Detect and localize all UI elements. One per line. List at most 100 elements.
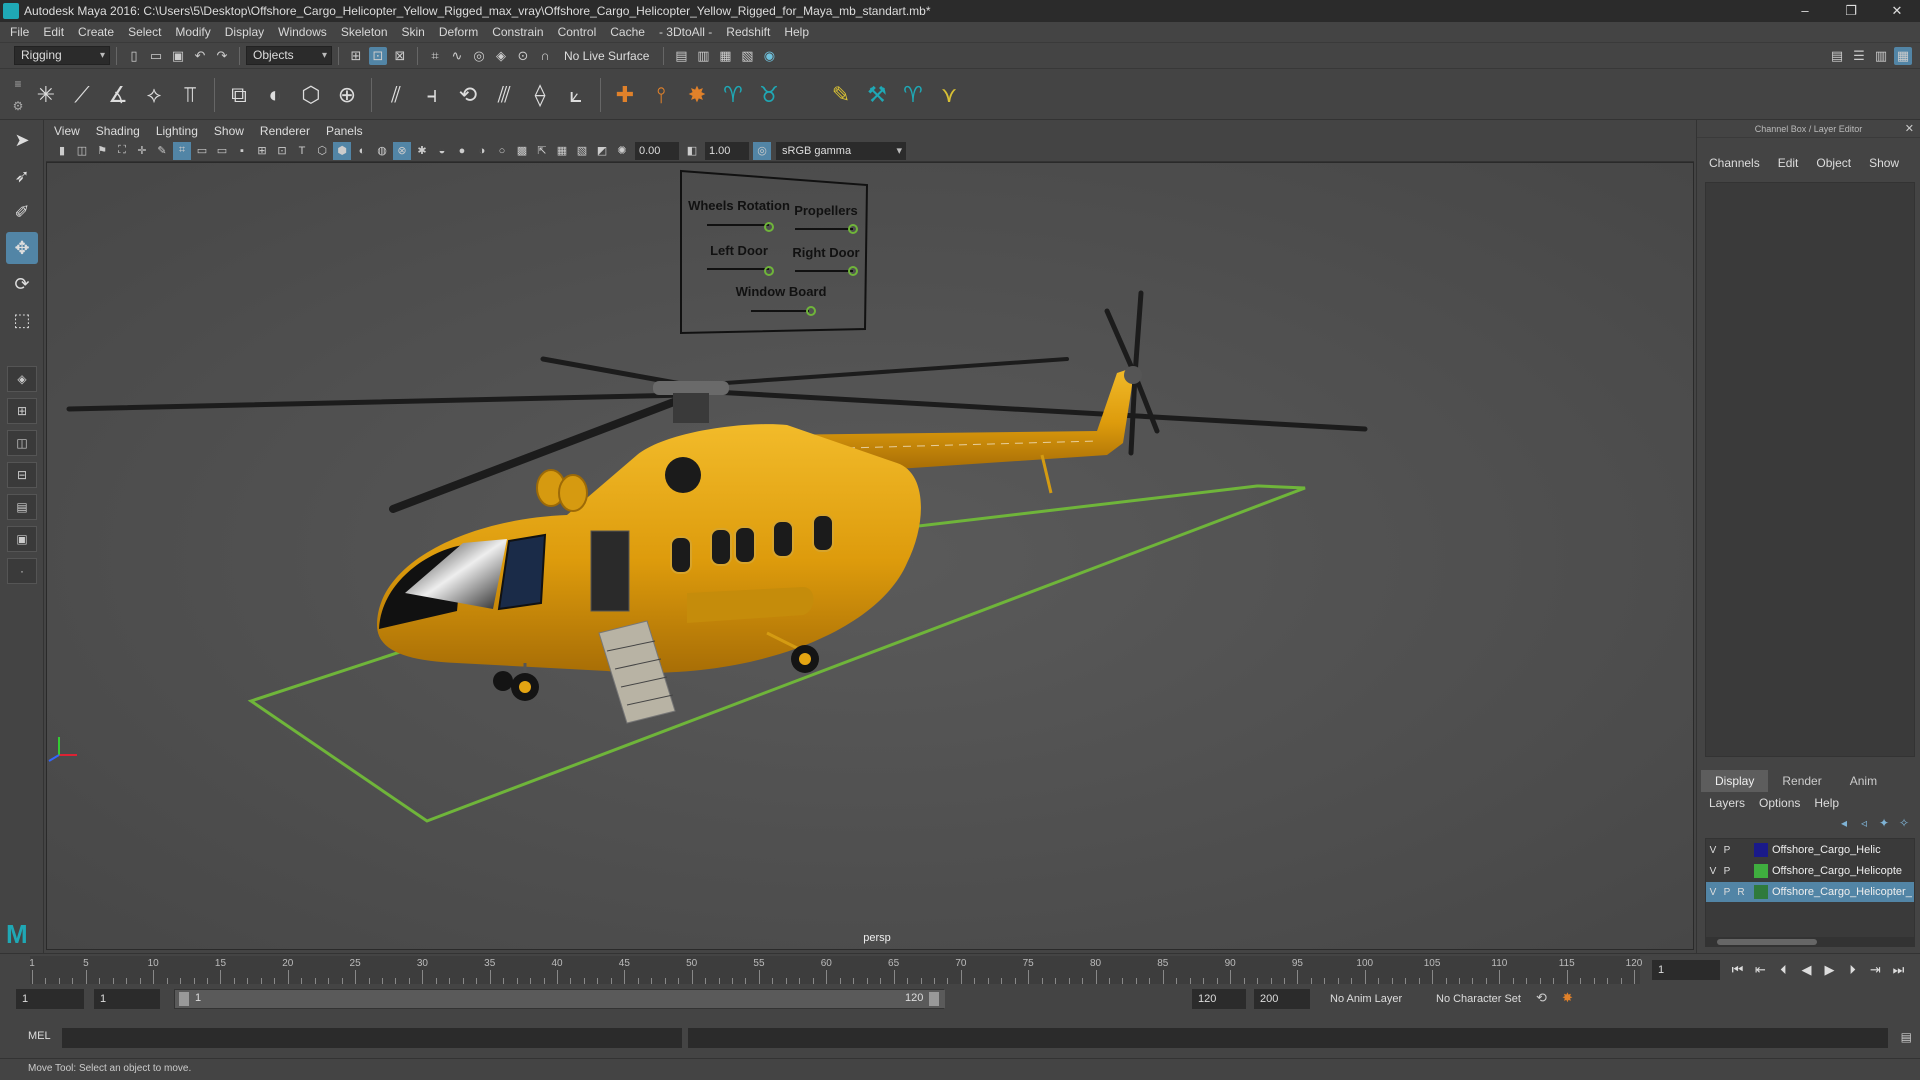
layer-visibility-toggle[interactable]: V: [1706, 866, 1720, 877]
close-icon[interactable]: ✕: [1905, 122, 1914, 135]
layer-playback-toggle[interactable]: P: [1720, 845, 1734, 856]
two-pane-layout-button[interactable]: ◫: [7, 430, 37, 456]
tab-display[interactable]: Display: [1701, 770, 1769, 792]
menu-control[interactable]: Control: [558, 25, 597, 39]
move-layer-up-icon[interactable]: ◂: [1834, 816, 1854, 830]
magnet-icon[interactable]: ∩: [536, 47, 554, 65]
antialiasing-icon[interactable]: ▧: [573, 142, 591, 160]
scale-constraint-icon[interactable]: ⫻: [488, 79, 520, 111]
grid-toggle-icon[interactable]: ⌗: [173, 141, 191, 160]
tool-settings-icon[interactable]: ▥: [1872, 47, 1890, 65]
set-driven-key-icon[interactable]: ⫯: [645, 79, 677, 111]
le-menu-layers[interactable]: Layers: [1709, 796, 1745, 810]
wireframe-on-shaded-icon[interactable]: ◍: [373, 142, 391, 160]
menu-redshift[interactable]: Redshift: [726, 25, 770, 39]
new-layer-icon[interactable]: ✦: [1874, 816, 1894, 830]
aim-constraint-icon[interactable]: ⫞: [416, 79, 448, 111]
select-hierarchy-icon[interactable]: ⊞: [347, 47, 365, 65]
menu-file[interactable]: File: [10, 25, 29, 39]
select-camera-icon[interactable]: ▮: [53, 142, 71, 160]
render-current-icon[interactable]: ▥: [694, 47, 712, 65]
range-end-handle[interactable]: [929, 992, 939, 1006]
2d-pan-zoom-icon[interactable]: ✛: [133, 142, 151, 160]
panel-menu-panels[interactable]: Panels: [326, 124, 363, 138]
xray-joints-icon[interactable]: ✱: [413, 142, 431, 160]
outliner-persp-layout-button[interactable]: ⊟: [7, 462, 37, 488]
image-plane-icon[interactable]: ⛶: [113, 142, 131, 160]
deformer-icon[interactable]: ⋎: [933, 79, 965, 111]
snap-curve-icon[interactable]: ∿: [448, 47, 466, 65]
step-forward-frame-icon[interactable]: ⏵: [1841, 958, 1864, 982]
attribute-editor-icon[interactable]: ☰: [1850, 47, 1868, 65]
parent-constraint-icon[interactable]: ⟠: [524, 79, 556, 111]
paint-weights-icon[interactable]: ◐: [259, 79, 291, 111]
undo-icon[interactable]: ↶: [191, 47, 209, 65]
select-component-icon[interactable]: ⊠: [391, 47, 409, 65]
panel-menu-show[interactable]: Show: [214, 124, 244, 138]
motion-blur-icon[interactable]: ▩: [513, 142, 531, 160]
new-layer-selected-icon[interactable]: ✧: [1894, 816, 1914, 830]
animation-start-field[interactable]: 1: [16, 989, 84, 1009]
paint-select-tool-icon[interactable]: ✐: [6, 196, 38, 228]
default-material-icon[interactable]: ◐: [353, 142, 371, 160]
layer-color-swatch[interactable]: [1754, 864, 1768, 878]
menu-cache[interactable]: Cache: [610, 25, 645, 39]
snap-view-plane-icon[interactable]: ◈: [492, 47, 510, 65]
single-pane-layout-button[interactable]: ◈: [7, 366, 37, 392]
new-scene-icon[interactable]: ▯: [125, 47, 143, 65]
step-back-frame-icon[interactable]: ⏴: [1772, 958, 1795, 982]
layer-playback-toggle[interactable]: P: [1720, 887, 1734, 898]
command-input[interactable]: [62, 1028, 682, 1048]
ik-handle-icon[interactable]: ⟋: [66, 79, 98, 111]
maya-script-icon-1[interactable]: ♈: [717, 79, 749, 111]
layer-visibility-toggle[interactable]: V: [1706, 887, 1720, 898]
animation-prefs-icon[interactable]: ✸: [1562, 990, 1573, 1006]
render-view-icon[interactable]: ▤: [672, 47, 690, 65]
wireframe-icon[interactable]: ⬡: [313, 142, 331, 160]
play-backwards-icon[interactable]: ◀: [1795, 958, 1818, 982]
save-scene-icon[interactable]: ▣: [169, 47, 187, 65]
exposure-field[interactable]: 0.00: [635, 141, 679, 160]
menu-skeleton[interactable]: Skeleton: [341, 25, 388, 39]
modeling-toolkit-icon[interactable]: ▤: [1828, 47, 1846, 65]
menu-help[interactable]: Help: [784, 25, 809, 39]
menu-3dtoall[interactable]: - 3DtoAll -: [659, 25, 712, 39]
le-menu-help[interactable]: Help: [1814, 796, 1839, 810]
field-chart-icon[interactable]: ⊞: [253, 142, 271, 160]
move-tool-icon[interactable]: ✥: [6, 232, 38, 264]
shadows-icon[interactable]: ◑: [473, 142, 491, 160]
menu-windows[interactable]: Windows: [278, 25, 327, 39]
pole-vector-icon[interactable]: ⟀: [560, 79, 592, 111]
scale-tool-icon[interactable]: ⬚: [6, 304, 38, 336]
panel-menu-renderer[interactable]: Renderer: [260, 124, 310, 138]
layer-row[interactable]: V P Offshore_Cargo_Helicopte: [1706, 861, 1914, 881]
maya-script-icon-3[interactable]: ♈: [897, 79, 929, 111]
tab-anim[interactable]: Anim: [1836, 770, 1891, 792]
camera-attributes-icon[interactable]: ◫: [73, 142, 91, 160]
snap-grid-icon[interactable]: ⌗: [426, 47, 444, 65]
range-start-handle[interactable]: [179, 992, 189, 1006]
minimize-button[interactable]: –: [1782, 0, 1828, 22]
mirror-joint-icon[interactable]: ⫪: [174, 79, 206, 111]
locator-icon[interactable]: ✚: [609, 79, 641, 111]
rotate-tool-icon[interactable]: ⟳: [6, 268, 38, 300]
ambient-occlusion-icon[interactable]: ○: [493, 142, 511, 160]
exposure-icon[interactable]: ✺: [613, 142, 631, 160]
four-pane-layout-button[interactable]: ⊞: [7, 398, 37, 424]
paint-effects-icon[interactable]: ✎: [825, 79, 857, 111]
cb-menu-object[interactable]: Object: [1816, 156, 1851, 170]
redo-icon[interactable]: ↷: [213, 47, 231, 65]
current-frame-field[interactable]: 1: [1652, 960, 1720, 980]
maya-script-icon-2[interactable]: ♉: [753, 79, 785, 111]
script-editor-icon[interactable]: ▤: [1901, 1030, 1912, 1044]
channel-box-area[interactable]: [1705, 182, 1915, 757]
character-set-icon[interactable]: ✸: [681, 79, 713, 111]
cb-menu-channels[interactable]: Channels: [1709, 156, 1760, 170]
gamma-icon[interactable]: ◧: [683, 142, 701, 160]
step-back-key-icon[interactable]: ⇤: [1749, 958, 1772, 982]
layer-visibility-toggle[interactable]: V: [1706, 845, 1720, 856]
orient-constraint-icon[interactable]: ⟲: [452, 79, 484, 111]
lattice-icon[interactable]: ⬡: [295, 79, 327, 111]
use-all-lights-icon[interactable]: ●: [453, 142, 471, 160]
lasso-tool-icon[interactable]: ➶: [6, 160, 38, 192]
